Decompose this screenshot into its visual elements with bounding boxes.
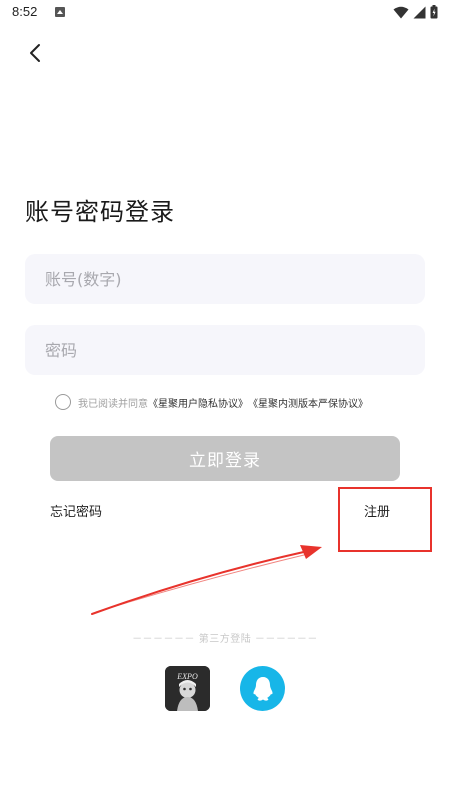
notification-app-icon [55, 7, 65, 17]
privacy-policy-link[interactable]: 《星聚用户隐私协议》 [148, 395, 248, 410]
login-button[interactable]: 立即登录 [50, 436, 400, 481]
forgot-password-link[interactable]: 忘记密码 [50, 501, 102, 520]
chevron-left-icon [30, 44, 40, 62]
back-button[interactable] [20, 38, 50, 68]
cell-signal-icon [413, 6, 426, 18]
agreement-row: 我已阅读并同意 《星聚用户隐私协议》 《星聚内测版本严保协议》 [55, 394, 368, 410]
page-title: 账号密码登录 [25, 198, 175, 226]
agreement-prefix: 我已阅读并同意 [78, 398, 148, 410]
third-party-divider: －－－－－－ 第三方登陆 －－－－－－ [132, 634, 318, 645]
battery-icon [430, 5, 438, 19]
agree-radio[interactable] [55, 394, 71, 410]
password-field[interactable] [25, 325, 425, 375]
status-icons [393, 5, 438, 19]
svg-text:EXPO: EXPO [176, 672, 198, 681]
status-bar: 8:52 [0, 0, 450, 24]
password-input[interactable] [25, 325, 425, 375]
account-field[interactable] [25, 254, 425, 304]
app-login-button[interactable]: EXPO [165, 666, 210, 711]
wifi-icon [393, 6, 409, 18]
app-avatar-icon: EXPO [165, 666, 210, 711]
annotation-highlight-box [338, 487, 432, 552]
status-time: 8:52 [12, 4, 38, 19]
qq-login-button[interactable] [240, 666, 285, 711]
qq-icon [252, 676, 273, 701]
beta-agreement-link[interactable]: 《星聚内测版本严保协议》 [248, 395, 368, 410]
account-input[interactable] [25, 254, 425, 304]
